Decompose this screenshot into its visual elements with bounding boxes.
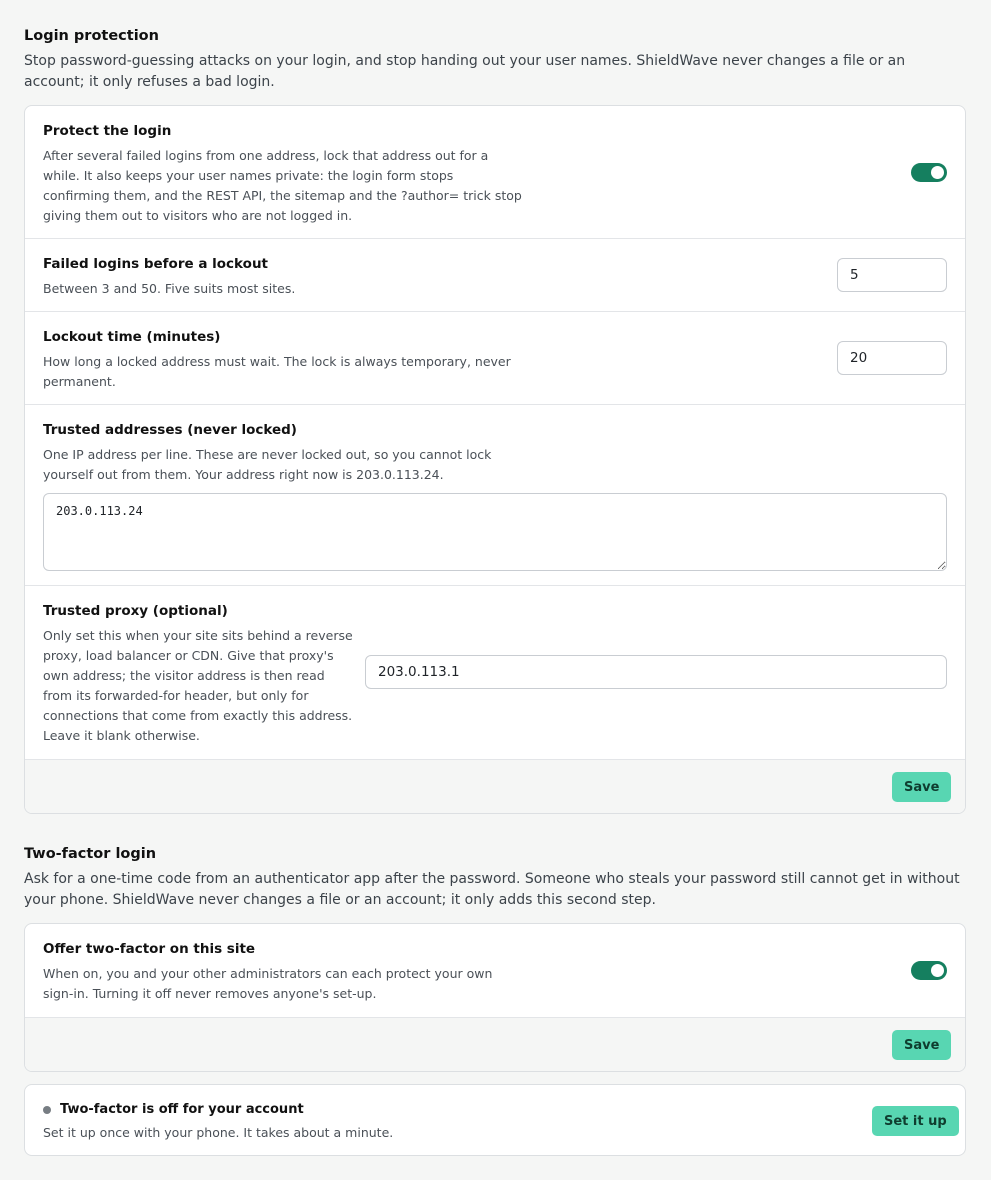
offer-two-factor-row: Offer two-factor on this site When on, y… xyxy=(25,924,965,1017)
login-protection-footer: Save xyxy=(25,759,965,813)
offer-two-factor-title: Offer two-factor on this site xyxy=(43,941,256,957)
trusted-proxy-description: Only set this when your site sits behind… xyxy=(43,628,353,743)
trusted-proxy-input[interactable] xyxy=(365,655,947,689)
trusted-addresses-description: One IP address per line. These are never… xyxy=(43,447,492,482)
failed-logins-description: Between 3 and 50. Five suits most sites. xyxy=(43,281,296,296)
failed-logins-row: Failed logins before a lockout Between 3… xyxy=(25,239,965,312)
account-two-factor-description: Set it up once with your phone. It takes… xyxy=(43,1125,394,1140)
trusted-proxy-row: Trusted proxy (optional) Only set this w… xyxy=(25,586,965,759)
save-button[interactable]: Save xyxy=(892,772,952,802)
failed-logins-title: Failed logins before a lockout xyxy=(43,256,269,272)
set-it-up-button[interactable]: Set it up xyxy=(872,1106,959,1136)
two-factor-card: Offer two-factor on this site When on, y… xyxy=(24,923,966,1072)
protect-login-description: After several failed logins from one add… xyxy=(43,148,522,223)
account-two-factor-status: Two-factor is off for your account xyxy=(60,1102,304,1117)
toggle-knob xyxy=(931,964,944,977)
login-protection-description: Stop password-guessing attacks on your l… xyxy=(24,53,906,90)
trusted-addresses-title: Trusted addresses (never locked) xyxy=(43,422,297,438)
toggle-knob xyxy=(931,166,944,179)
protect-login-toggle[interactable] xyxy=(911,163,947,182)
lockout-time-input[interactable] xyxy=(837,341,947,375)
account-two-factor-card: Two-factor is off for your account Set i… xyxy=(24,1084,966,1156)
failed-logins-input[interactable] xyxy=(837,258,947,292)
offer-two-factor-description: When on, you and your other administrato… xyxy=(43,966,493,1001)
save-button[interactable]: Save xyxy=(892,1030,952,1060)
protect-login-row: Protect the login After several failed l… xyxy=(25,106,965,239)
two-factor-description: Ask for a one-time code from an authenti… xyxy=(24,871,960,908)
two-factor-footer: Save xyxy=(25,1017,965,1071)
protect-login-title: Protect the login xyxy=(43,123,172,139)
status-dot-icon xyxy=(43,1106,51,1114)
login-protection-card: Protect the login After several failed l… xyxy=(24,105,966,814)
trusted-proxy-title: Trusted proxy (optional) xyxy=(43,603,228,619)
page: Login protection Stop password-guessing … xyxy=(0,0,991,1180)
lockout-time-title: Lockout time (minutes) xyxy=(43,329,221,345)
trusted-addresses-textarea[interactable]: 203.0.113.24 xyxy=(43,493,947,571)
offer-two-factor-toggle[interactable] xyxy=(911,961,947,980)
lockout-time-row: Lockout time (minutes) How long a locked… xyxy=(25,312,965,405)
lockout-time-description: How long a locked address must wait. The… xyxy=(43,354,511,389)
login-protection-title: Login protection xyxy=(24,28,159,44)
trusted-addresses-row: Trusted addresses (never locked) One IP … xyxy=(25,405,965,586)
two-factor-title: Two-factor login xyxy=(24,846,157,862)
